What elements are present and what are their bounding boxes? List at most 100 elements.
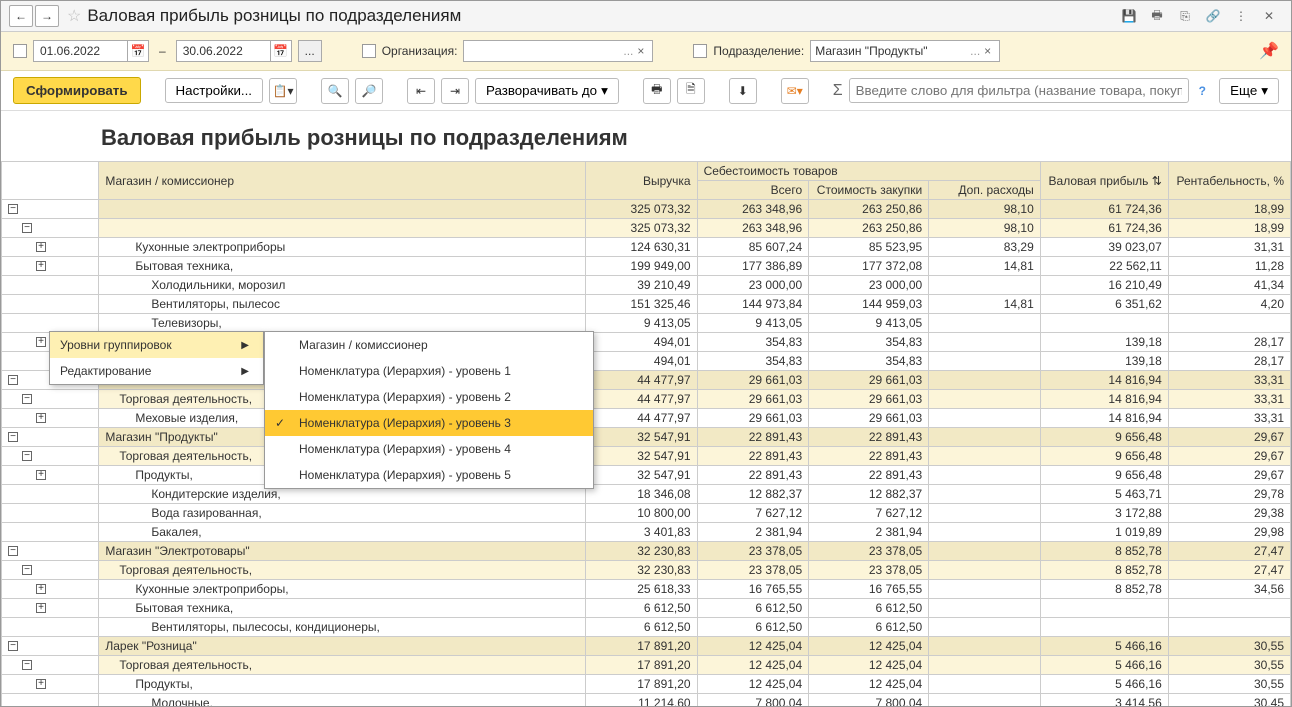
save-icon[interactable]: 💾 — [1119, 6, 1139, 26]
export-icon[interactable]: ⎘ — [1175, 6, 1195, 26]
tree-toggle-icon[interactable]: − — [22, 451, 32, 461]
table-row[interactable]: Телевизоры,9 413,059 413,059 413,05 — [2, 314, 1291, 333]
table-row[interactable]: +Кухонные электроприборы,25 618,3316 765… — [2, 580, 1291, 599]
table-row[interactable]: Вентиляторы, пылесосы, кондиционеры,6 61… — [2, 618, 1291, 637]
subdiv-label: Подразделение: — [713, 44, 804, 58]
table-row[interactable]: Бакалея,3 401,832 381,942 381,941 019,89… — [2, 523, 1291, 542]
col-store: Магазин / комиссионер — [99, 162, 586, 200]
tree-toggle-icon[interactable]: + — [36, 470, 46, 480]
cm-level-2[interactable]: Номенклатура (Иерархия) - уровень 2 — [265, 384, 593, 410]
tree-toggle-icon[interactable]: − — [22, 394, 32, 404]
cm-level-store[interactable]: Магазин / комиссионер — [265, 332, 593, 358]
date-to-input[interactable]: 30.06.2022 — [176, 40, 271, 62]
table-row[interactable]: +Бытовая техника,199 949,00177 386,89177… — [2, 257, 1291, 276]
print-icon-2[interactable]: 🖶 — [643, 78, 671, 104]
expand-to-button[interactable]: Разворачивать до ▾ — [475, 78, 619, 104]
subdiv-combo[interactable]: Магазин "Продукты"...× — [810, 40, 1000, 62]
report-title: Валовая прибыль розницы по подразделения… — [1, 111, 1291, 161]
close-icon[interactable]: ✕ — [1259, 6, 1279, 26]
paste-icon[interactable]: 📋▾ — [269, 78, 297, 104]
table-row[interactable]: −Торговая деятельность,17 891,2012 425,0… — [2, 656, 1291, 675]
col-cost-group: Себестоимость товаров — [697, 162, 1040, 181]
tree-toggle-icon[interactable]: + — [36, 261, 46, 271]
cm-level-5[interactable]: Номенклатура (Иерархия) - уровень 5 — [265, 462, 593, 488]
tree-toggle-icon[interactable]: − — [8, 432, 18, 442]
tree-toggle-icon[interactable]: + — [36, 242, 46, 252]
table-row[interactable]: Кондитерские изделия,18 346,0812 882,371… — [2, 485, 1291, 504]
table-row[interactable]: −Торговая деятельность,32 547,9122 891,4… — [2, 447, 1291, 466]
date-from-pick-icon[interactable]: 📅 — [127, 40, 149, 62]
tree-toggle-icon[interactable]: + — [36, 603, 46, 613]
context-menu-levels[interactable]: Магазин / комиссионер Номенклатура (Иера… — [264, 331, 594, 489]
col-profit: Валовая прибыль ⇅ — [1040, 162, 1168, 200]
tree-toggle-icon[interactable]: − — [8, 375, 18, 385]
table-row[interactable]: −Торговая деятельность,32 230,8323 378,0… — [2, 561, 1291, 580]
cm-group-levels[interactable]: Уровни группировок▶ — [50, 332, 263, 358]
cm-level-4[interactable]: Номенклатура (Иерархия) - уровень 4 — [265, 436, 593, 462]
expand-icon[interactable]: ⇥ — [441, 78, 469, 104]
forward-button[interactable]: → — [35, 5, 59, 27]
sum-icon[interactable]: Σ — [833, 82, 843, 100]
table-row[interactable]: −Магазин "Продукты"32 547,9122 891,4322 … — [2, 428, 1291, 447]
tree-toggle-icon[interactable]: − — [8, 641, 18, 651]
col-margin: Рентабельность, % — [1168, 162, 1290, 200]
org-checkbox[interactable] — [362, 44, 376, 58]
table-row[interactable]: −Магазин "Электротовары"32 230,8323 378,… — [2, 542, 1291, 561]
context-menu-main[interactable]: Уровни группировок▶ Редактирование▶ — [49, 331, 264, 385]
table-row[interactable]: +Кухонные электроприборы124 630,3185 607… — [2, 238, 1291, 257]
favorite-star-icon[interactable]: ☆ — [67, 6, 81, 26]
table-row[interactable]: +Продукты,32 547,9122 891,4322 891,439 6… — [2, 466, 1291, 485]
tree-toggle-icon[interactable]: − — [22, 660, 32, 670]
tree-toggle-icon[interactable]: + — [36, 337, 46, 347]
menu-dots-icon[interactable]: ⋮ — [1231, 6, 1251, 26]
filter-input[interactable] — [849, 78, 1189, 103]
collapse-icon[interactable]: ⇤ — [407, 78, 435, 104]
tree-toggle-icon[interactable]: − — [22, 565, 32, 575]
table-row[interactable]: −325 073,32263 348,96263 250,8698,1061 7… — [2, 200, 1291, 219]
subdiv-checkbox[interactable] — [693, 44, 707, 58]
date-checkbox[interactable] — [13, 44, 27, 58]
run-report-button[interactable]: Сформировать — [13, 77, 141, 104]
save-file-icon[interactable]: ⬇ — [729, 78, 757, 104]
more-button[interactable]: Еще ▾ — [1219, 78, 1279, 104]
tree-toggle-icon[interactable]: − — [8, 546, 18, 556]
pin-icon[interactable]: 📌 — [1259, 41, 1279, 61]
cm-level-3[interactable]: Номенклатура (Иерархия) - уровень 3 — [265, 410, 593, 436]
org-label: Организация: — [382, 44, 458, 58]
table-row[interactable]: +Бытовая техника,6 612,506 612,506 612,5… — [2, 599, 1291, 618]
date-to-pick-icon[interactable]: 📅 — [270, 40, 292, 62]
table-row[interactable]: Холодильники, морозил39 210,4923 000,002… — [2, 276, 1291, 295]
tree-toggle-icon[interactable]: + — [36, 679, 46, 689]
preview-icon[interactable]: 🗎 — [677, 78, 705, 104]
subdiv-clear-icon[interactable]: × — [980, 44, 995, 58]
tree-toggle-icon[interactable]: − — [22, 223, 32, 233]
zoom-in-icon[interactable]: 🔍 — [321, 78, 349, 104]
date-from-input[interactable]: 01.06.2022 — [33, 40, 128, 62]
table-row[interactable]: Вода газированная,10 800,007 627,127 627… — [2, 504, 1291, 523]
tree-toggle-icon[interactable]: + — [36, 413, 46, 423]
org-clear-icon[interactable]: × — [633, 44, 648, 58]
col-cost-total: Всего — [697, 181, 809, 200]
cm-level-1[interactable]: Номенклатура (Иерархия) - уровень 1 — [265, 358, 593, 384]
tree-toggle-icon[interactable]: + — [36, 584, 46, 594]
print-icon[interactable]: 🖶 — [1147, 6, 1167, 26]
table-row[interactable]: Молочные,11 214,607 800,047 800,043 414,… — [2, 694, 1291, 707]
zoom-out-icon[interactable]: 🔎 — [355, 78, 383, 104]
table-row[interactable]: −Ларек "Розница"17 891,2012 425,0412 425… — [2, 637, 1291, 656]
back-button[interactable]: ← — [9, 5, 33, 27]
email-icon[interactable]: ✉▾ — [781, 78, 809, 104]
help-icon[interactable]: ? — [1199, 84, 1206, 98]
table-row[interactable]: −Торговая деятельность,44 477,9729 661,0… — [2, 390, 1291, 409]
link-icon[interactable]: 🔗 — [1203, 6, 1223, 26]
tree-toggle-icon[interactable]: − — [8, 204, 18, 214]
date-range-dialog-button[interactable]: ... — [298, 40, 322, 62]
table-row[interactable]: −325 073,32263 348,96263 250,8698,1061 7… — [2, 219, 1291, 238]
cm-editing[interactable]: Редактирование▶ — [50, 358, 263, 384]
table-row[interactable]: +Меховые изделия,44 477,9729 661,0329 66… — [2, 409, 1291, 428]
table-row[interactable]: +Продукты,17 891,2012 425,0412 425,045 4… — [2, 675, 1291, 694]
table-row[interactable]: Вентиляторы, пылесос151 325,46144 973,84… — [2, 295, 1291, 314]
org-combo[interactable]: ...× — [463, 40, 653, 62]
col-cost-purchase: Стоимость закупки — [809, 181, 929, 200]
col-revenue: Выручка — [586, 162, 698, 200]
settings-button[interactable]: Настройки... — [165, 78, 263, 103]
